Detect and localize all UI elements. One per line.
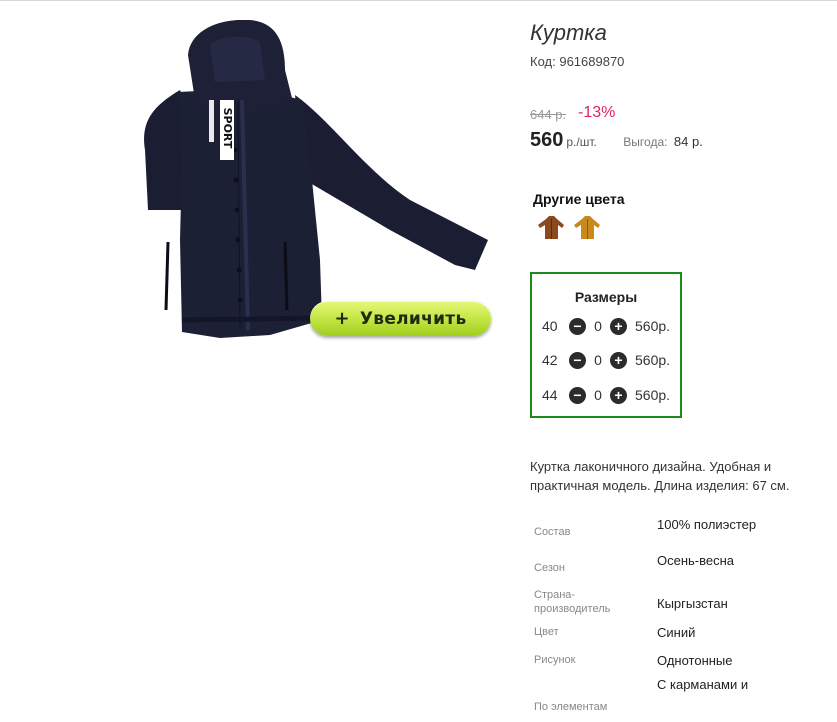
spec-label: По элементам [534, 701, 608, 713]
color-swatch-brown[interactable] [535, 213, 567, 243]
color-swatch-mustard[interactable] [571, 213, 603, 243]
spec-label: Состав [534, 526, 571, 538]
spec-value: Однотонные [657, 653, 733, 668]
mustard-jacket-icon [574, 216, 600, 239]
spec-value: Синий [657, 625, 696, 640]
increase-quantity-button[interactable]: + [610, 351, 627, 369]
size-row: 40 − 0 + 560р. [542, 316, 670, 336]
product-code-label: Код: [530, 54, 556, 69]
spec-label: Рисунок [534, 654, 576, 666]
spec-value: С карманами и [657, 677, 749, 692]
size-row: 42 − 0 + 560р. [542, 350, 670, 370]
size-row: 44 − 0 + 560р. [542, 385, 670, 405]
price-unit: р./шт. [566, 135, 597, 149]
sizes-panel: Размеры 40 − 0 + 560р. 42 − 0 + 560р. 44… [530, 272, 682, 418]
product-code: Код: 961689870 [530, 54, 624, 69]
quantity-value: 0 [594, 352, 602, 368]
old-price: 644 р. [530, 107, 567, 122]
savings-value: 84 р. [673, 134, 703, 149]
price-row: 560 р./шт. Выгода: 84 р. [530, 129, 703, 152]
spec-value: Осень-весна [657, 553, 735, 568]
quantity-value: 0 [594, 387, 602, 403]
size-price: 560р. [635, 387, 671, 403]
decrease-quantity-button[interactable]: − [569, 351, 586, 369]
spec-label: Сезон [534, 562, 565, 574]
spec-label: Страна-производитель [534, 589, 611, 615]
sport-tape-text: SPORT [221, 108, 234, 149]
spec-value: Кыргызстан [657, 596, 728, 611]
decrease-quantity-button[interactable]: − [569, 386, 586, 404]
sizes-title: Размеры [574, 289, 638, 305]
quantity-value: 0 [594, 318, 602, 334]
product-title: Куртка [530, 20, 607, 45]
increase-quantity-button[interactable]: + [610, 386, 627, 404]
brown-jacket-icon [538, 216, 564, 239]
top-divider [0, 0, 837, 1]
other-colors-title: Другие цвета [533, 191, 625, 207]
increase-quantity-button[interactable]: + [610, 317, 627, 335]
size-price: 560р. [635, 352, 671, 368]
spec-value: 100% полиэстер [657, 517, 757, 532]
decrease-quantity-button[interactable]: − [569, 317, 586, 335]
size-label: 40 [542, 318, 558, 334]
savings-label: Выгода: [623, 135, 668, 149]
discount-badge: -13% [578, 104, 616, 121]
zoom-button[interactable]: + Увеличить [310, 301, 491, 336]
product-description: Куртка лаконичного дизайна. Удобная и пр… [530, 459, 790, 493]
plus-icon: + [334, 308, 350, 329]
size-label: 42 [542, 352, 558, 368]
zoom-button-label: Увеличить [359, 308, 467, 329]
product-code-value: 961689870 [559, 54, 625, 69]
size-label: 44 [542, 387, 558, 403]
current-price: 560 [530, 129, 564, 151]
spec-label: Цвет [534, 626, 559, 638]
size-price: 560р. [635, 318, 671, 334]
